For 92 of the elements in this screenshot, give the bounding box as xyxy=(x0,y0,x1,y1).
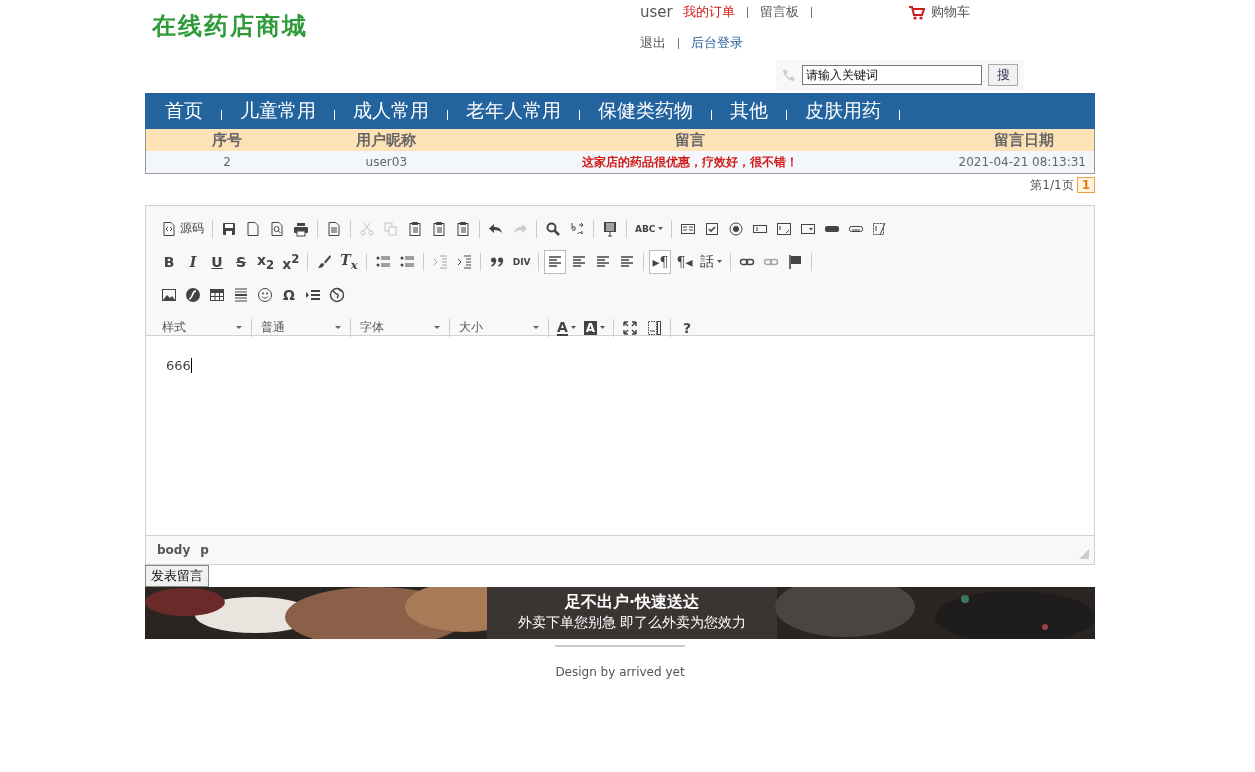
brush-icon xyxy=(316,253,333,270)
save-icon xyxy=(221,220,237,237)
path-item[interactable]: body xyxy=(157,543,191,557)
nav-item[interactable]: 首页 xyxy=(165,98,203,124)
toolbar-button[interactable]: T$_{x}$ xyxy=(337,249,361,274)
source-icon xyxy=(161,220,177,237)
table-cell: 2021-04-21 08:13:31 xyxy=(916,151,1095,174)
caret-icon xyxy=(236,326,242,329)
toolbar-button[interactable] xyxy=(544,249,567,274)
toolbar-button[interactable]: 話 xyxy=(697,249,726,274)
table-cell: 2 xyxy=(145,151,309,174)
image-icon xyxy=(161,286,177,303)
nav-item[interactable]: 皮肤用药 xyxy=(805,98,881,124)
caret-icon xyxy=(533,326,539,329)
toolbar-button[interactable]: ABC xyxy=(632,216,667,241)
radio-icon xyxy=(728,220,745,237)
text-area-icon xyxy=(776,220,793,237)
page-info: 第1/1页 xyxy=(1030,176,1074,194)
column-header: 留言 xyxy=(464,129,917,151)
banner-title: 足不出户·快速送达 xyxy=(564,591,700,613)
toolbar-button[interactable]: DIV xyxy=(509,249,534,274)
indent-icon xyxy=(431,253,448,270)
cart-icon xyxy=(908,4,925,20)
maximize-icon xyxy=(622,319,639,336)
list-icon xyxy=(374,253,391,270)
toolbar-button[interactable]: ▸¶ xyxy=(649,249,672,274)
printer-icon xyxy=(293,220,309,237)
caret-icon xyxy=(570,326,576,329)
caret-icon xyxy=(434,326,440,329)
toolbar-button[interactable]: 源码 xyxy=(158,216,207,241)
toolbar-button[interactable]: U xyxy=(206,249,228,274)
search-field[interactable]: 请输入关键词 xyxy=(802,65,982,85)
horizontal-rule-icon xyxy=(233,286,249,303)
clipboard-icon xyxy=(431,220,447,237)
toolbar-button[interactable]: I xyxy=(182,249,204,274)
nav-item[interactable]: 成人常用 xyxy=(353,98,429,124)
align-icon xyxy=(595,253,612,270)
globe-icon xyxy=(329,286,345,303)
clipboard-icon xyxy=(455,220,471,237)
column-header: 用户昵称 xyxy=(308,129,465,151)
flag-icon xyxy=(787,253,804,270)
caret-icon xyxy=(658,227,664,230)
list-icon xyxy=(398,253,415,270)
caret-icon xyxy=(335,326,341,329)
flash-icon xyxy=(185,286,201,303)
footer-text: Design by arrived yet xyxy=(555,645,685,679)
cart-link[interactable]: 购物车 xyxy=(908,3,970,21)
editor-content[interactable]: 666 xyxy=(146,336,1094,536)
toolbar-button[interactable]: ¶◂ xyxy=(673,249,696,274)
phone-icon xyxy=(782,68,796,82)
copy-icon xyxy=(383,220,399,237)
search-icon xyxy=(545,220,561,237)
preview-icon xyxy=(269,220,285,237)
toolbar-button[interactable]: x$_{2}$ xyxy=(254,249,278,274)
align-icon xyxy=(619,253,636,270)
search-button[interactable]: 搜 xyxy=(988,64,1018,86)
site-logo: 在线药店商城 xyxy=(152,10,309,42)
show-blocks-icon xyxy=(646,319,663,336)
replace-icon xyxy=(569,220,585,237)
scissors-icon xyxy=(359,220,375,237)
clipboard-icon xyxy=(407,220,423,237)
header-link[interactable]: 留言板 xyxy=(759,3,799,21)
banner-subtitle: 外卖下单您别急 即了么外卖为您效力 xyxy=(516,613,748,631)
toolbar-button[interactable]: x$^{2}$ xyxy=(279,249,303,274)
admin-login-link[interactable]: 后台登录 xyxy=(691,34,743,52)
nav-item[interactable]: 儿童常用 xyxy=(240,98,316,124)
toolbar-button[interactable]: B xyxy=(158,249,180,274)
document-icon xyxy=(326,220,342,237)
header-link[interactable]: 我的订单 xyxy=(682,3,735,21)
toolbar-button[interactable]: Ω xyxy=(278,282,300,307)
user-name: user xyxy=(640,3,673,21)
column-header: 序号 xyxy=(145,129,309,151)
resize-grip-icon xyxy=(1079,549,1089,559)
table-cell: 这家店的药品很优惠，疗效好，很不错！ xyxy=(464,151,917,174)
table-cell: user03 xyxy=(308,151,465,174)
table-icon xyxy=(209,286,225,303)
align-icon xyxy=(547,253,564,270)
smiley-icon xyxy=(257,286,273,303)
path-item[interactable]: p xyxy=(200,543,209,557)
caret-icon xyxy=(717,260,723,263)
align-icon xyxy=(571,253,588,270)
page-icon xyxy=(245,220,261,237)
nav-item[interactable]: 其他 xyxy=(730,98,768,124)
nav-item[interactable]: 保健类药物 xyxy=(598,98,693,124)
indent-icon xyxy=(455,253,472,270)
logout-link[interactable]: 退出 xyxy=(640,34,666,52)
toolbar-button[interactable]: S xyxy=(230,249,252,274)
submit-button[interactable]: 发表留言 xyxy=(145,565,209,587)
column-header: 留言日期 xyxy=(916,129,1095,151)
nav-item[interactable]: 老年人常用 xyxy=(466,98,561,124)
caret-icon xyxy=(600,326,606,329)
checkbox-icon xyxy=(704,220,721,237)
